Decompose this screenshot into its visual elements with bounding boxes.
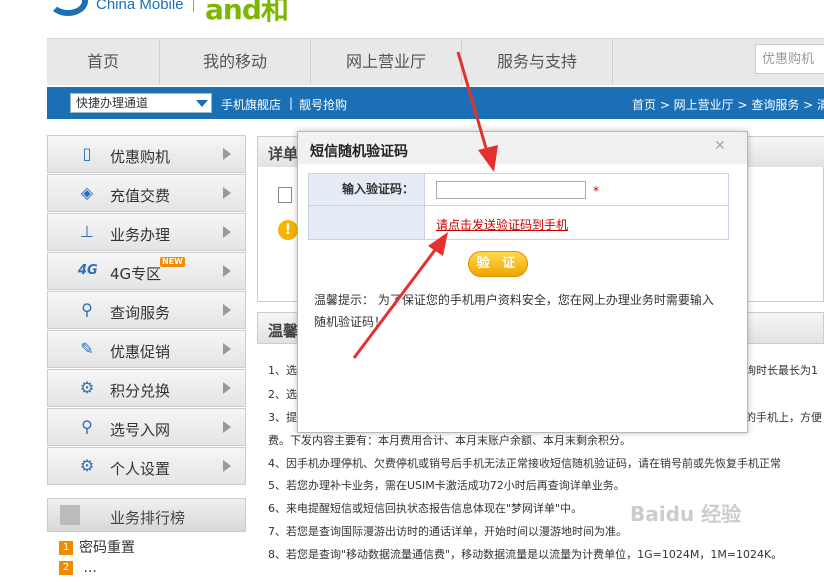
sidebar-item-label: 积分兑换 — [110, 382, 171, 400]
sidebar-item-select-number[interactable]: ⚲ 选号入网 — [47, 408, 246, 446]
tip-line: 4、因手机办理停机、欠费停机或销号后手机无法正常接收短信随机验证码，请在销号前或… — [268, 457, 781, 470]
dialog-hint: 温馨提示： 为了保证您的手机用户资料安全，您在网上办理业务时需要输入随机验证码！ — [314, 293, 714, 329]
tip-line: 8、若您是查询"移动数据流量通信费"，移动数据流量是以流量为计费单位，1G=10… — [268, 548, 783, 561]
phone-icon: ▯ — [82, 144, 92, 163]
tip-line: 1、选 — [268, 364, 297, 377]
rank-item[interactable]: 1 密码重置 — [47, 537, 246, 559]
sidebar-item-label: 选号入网 — [110, 421, 171, 439]
4g-icon: 4G — [78, 263, 98, 278]
verify-button[interactable]: 验 证 — [468, 251, 528, 277]
tip-line-overflow: 的手机上，方便 — [745, 411, 822, 424]
sidebar-item-business[interactable]: ⊥ 业务办理 — [47, 213, 246, 251]
ranking-header: 业务排行榜 — [47, 498, 246, 532]
tip-line-overflow: 询时长最长为1 — [745, 364, 818, 377]
logo-text[interactable]: China Mobile — [96, 0, 184, 13]
rank-number: 2 — [59, 561, 73, 575]
sidebar-item-4g[interactable]: 4G 4G专区 NEW — [47, 252, 246, 290]
link-separator: | — [289, 96, 294, 110]
detail-title: 详单 — [268, 145, 299, 163]
sidebar-item-points[interactable]: ⚙ 积分兑换 — [47, 369, 246, 407]
sidebar-item-label: 充值交费 — [110, 187, 171, 205]
quick-channel-select[interactable]: 快捷办理通道 — [70, 93, 212, 113]
rank-label: 密码重置 — [79, 540, 135, 556]
send-code-link[interactable]: 请点击发送验证码到手机 — [436, 216, 568, 233]
chevron-right-icon — [223, 304, 231, 316]
sidebar-item-label: 4G专区 — [110, 265, 162, 283]
tip-line: 5、若您办理补卡业务，需在USIM卡激活成功72小时后再查询详单业务。 — [268, 479, 625, 492]
sidebar-item-query[interactable]: ⚲ 查询服务 — [47, 291, 246, 329]
tip-line: 费。下发内容主要有：本月费用合计、本月末账户余额、本月末剩余积分。 — [268, 434, 631, 447]
card-icon: ◈ — [80, 183, 94, 202]
sidebar-item-settings[interactable]: ⚙ 个人设置 — [47, 447, 246, 485]
sidebar-item-label: 查询服务 — [110, 304, 171, 322]
logo-divider — [193, 0, 194, 12]
close-icon[interactable]: ✕ — [714, 138, 726, 154]
tip-line: 2、选 — [268, 388, 297, 401]
verification-code-input[interactable] — [436, 181, 586, 199]
chevron-down-icon — [196, 100, 208, 107]
chevron-right-icon — [223, 148, 231, 160]
chevron-right-icon — [223, 265, 231, 277]
sidebar-item-label: 优惠促销 — [110, 343, 171, 361]
main-nav: 首页 我的移动 网上营业厅 服务与支持 — [47, 38, 824, 85]
sidebar-item-label: 优惠购机 — [110, 148, 171, 166]
person-search-icon: ⚲ — [81, 300, 93, 319]
nav-my-mobile[interactable]: 我的移动 — [160, 39, 311, 85]
chevron-right-icon — [223, 226, 231, 238]
quick-select-value: 快捷办理通道 — [76, 96, 149, 110]
dialog-title: 短信随机验证码 — [310, 144, 408, 160]
chevron-right-icon — [223, 343, 231, 355]
tag-icon: ✎ — [80, 339, 94, 358]
chevron-right-icon — [223, 421, 231, 433]
tip-line: 6、来电提醒短信或短信回执状态报告信息体现在"梦网详单"中。 — [268, 502, 583, 515]
gear-icon: ⚙ — [79, 378, 95, 397]
rank-label: ... — [79, 560, 97, 576]
warning-icon: ! — [278, 220, 298, 240]
watermark: Baidu 经验 — [630, 502, 742, 526]
chevron-right-icon — [223, 460, 231, 472]
nav-service-support[interactable]: 服务与支持 — [462, 39, 613, 85]
tip-line: 3、提 — [268, 411, 297, 424]
flagship-store-link[interactable]: 手机旗舰店 — [221, 96, 281, 113]
ranking-title: 业务排行榜 — [110, 509, 186, 527]
sidebar-item-label: 个人设置 — [110, 460, 171, 478]
chevron-right-icon — [223, 187, 231, 199]
rank-item[interactable]: 2 ... — [47, 560, 246, 582]
person-search-icon: ⚲ — [81, 417, 93, 436]
sidebar-item-promotion[interactable]: ✎ 优惠促销 — [47, 330, 246, 368]
tree-icon: ⊥ — [80, 222, 94, 241]
empty-label-cell — [309, 206, 425, 239]
search-input[interactable]: 优惠购机 — [755, 44, 824, 74]
tips-title: 温馨 — [268, 322, 299, 340]
sidebar-item-buy-phone[interactable]: ▯ 优惠购机 — [47, 135, 246, 173]
document-icon — [278, 187, 292, 203]
required-mark: * — [593, 184, 599, 198]
chart-icon — [60, 505, 80, 525]
chevron-right-icon — [223, 382, 231, 394]
rank-number: 1 — [59, 541, 73, 555]
nav-online-hall[interactable]: 网上营业厅 — [311, 39, 462, 85]
code-label: 输入验证码： — [309, 174, 425, 206]
tip-line: 7、若您是查询国际漫游出访时的通话详单，开始时间以漫游地时间为准。 — [268, 525, 627, 538]
new-badge: NEW — [160, 257, 185, 267]
sidebar-item-label: 业务办理 — [110, 226, 171, 244]
sidebar-item-recharge[interactable]: ◈ 充值交费 — [47, 174, 246, 212]
gear-icon: ⚙ — [79, 456, 95, 475]
breadcrumb[interactable]: 首页 > 网上营业厅 > 查询服务 > 清 — [632, 96, 824, 113]
vanity-number-link[interactable]: 靓号抢购 — [299, 96, 347, 113]
nav-home[interactable]: 首页 — [47, 39, 160, 85]
brand-logo: and和 — [205, 0, 289, 26]
